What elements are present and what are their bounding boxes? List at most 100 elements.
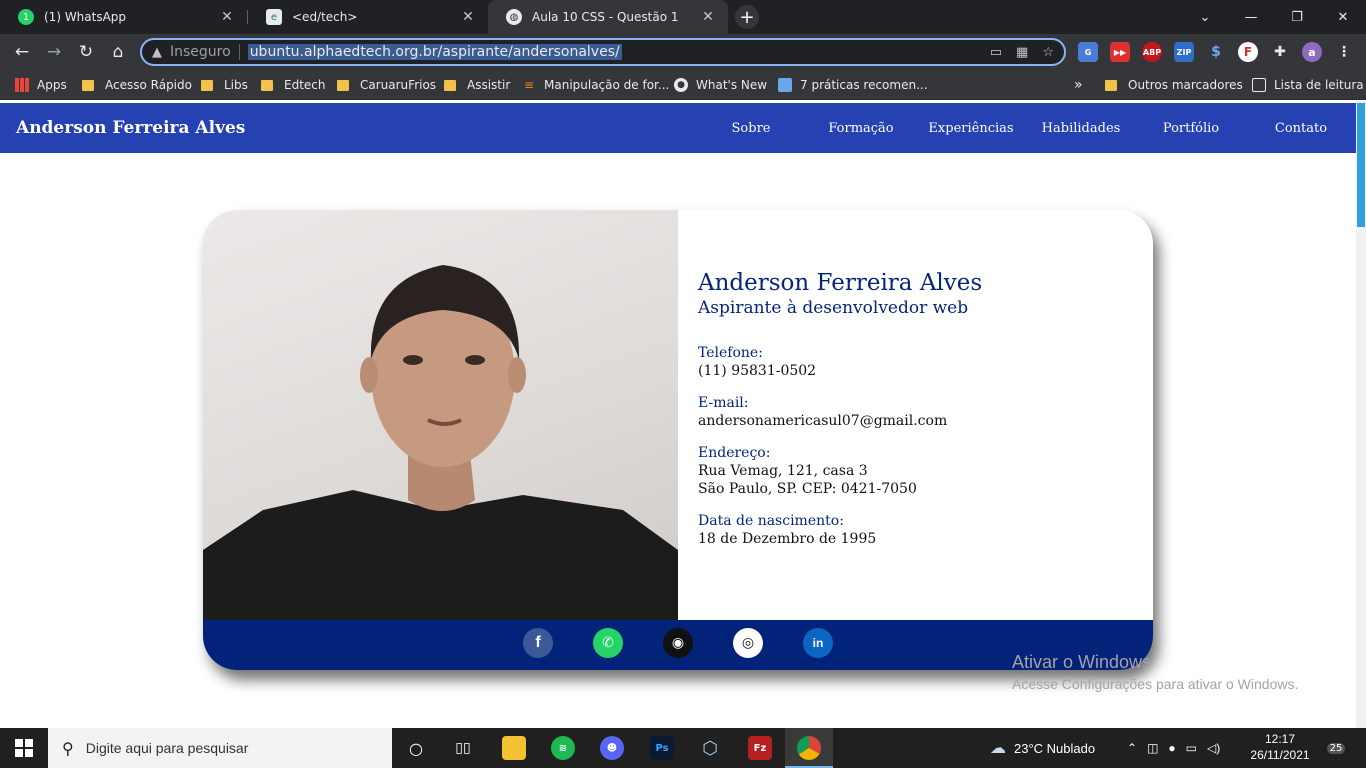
extensions-puzzle-icon[interactable]: ✚ [1270,42,1290,62]
cube-icon [778,78,792,92]
url-text[interactable]: ubuntu.alphaedtech.org.br/aspirante/ande… [247,44,622,60]
extension-s-icon[interactable]: $ [1206,42,1226,62]
birth-block: Data de nascimento: 18 de Dezembro de 19… [698,512,982,548]
start-button[interactable] [0,728,48,768]
task-view-icon[interactable]: ▯▯ [451,736,475,760]
whatsapp-icon[interactable]: ✆ [593,628,623,658]
tab-whatsapp[interactable]: 1 (1) WhatsApp ✕ [0,0,247,34]
windows-activation-watermark: Ativar o Windows Acesse Configurações pa… [1012,652,1298,692]
volume-icon[interactable]: ◁) [1207,741,1220,755]
facebook-icon[interactable]: f [523,628,553,658]
scrollbar-thumb[interactable] [1357,103,1365,227]
discord-icon[interactable]: ☻ [600,736,624,760]
bookmark-label: Libs [224,78,248,92]
nav-habilidades[interactable]: Habilidades [1026,103,1136,153]
microphone-icon[interactable]: ● [1168,741,1175,755]
video-speed-icon[interactable]: ▶▶ [1110,42,1130,62]
phone-label: Telefone: [698,345,763,361]
bookmark-folder[interactable]: Assistir [444,70,510,100]
home-button[interactable]: ⌂ [106,40,130,64]
tab-search-icon[interactable]: ⌄ [1182,0,1228,34]
address-line-2: São Paulo, SP. CEP: 0421-7050 [698,481,917,497]
restore-button[interactable]: ❐ [1274,0,1320,34]
page-scrollbar[interactable] [1356,101,1366,728]
network-monitor-icon[interactable]: ◫ [1147,741,1158,755]
weather-widget[interactable]: ☁ 23°C Nublado [990,728,1095,768]
profile-avatar[interactable]: a [1302,42,1322,62]
back-button[interactable]: ← [10,40,34,64]
security-label[interactable]: Inseguro [170,44,231,60]
reload-button[interactable]: ↻ [74,40,98,64]
bookmark-outros[interactable]: Outros marcadores [1105,70,1243,100]
bookmark-apps[interactable]: Apps [15,70,67,100]
tab-title: (1) WhatsApp [44,10,127,24]
folder-icon [201,79,213,91]
virtualbox-icon[interactable]: ⬡ [698,736,722,760]
clock[interactable]: 12:17 26/11/2021 [1250,731,1310,763]
file-explorer-icon[interactable] [502,736,526,760]
address-bar[interactable]: ▲ Inseguro ubuntu.alphaedtech.org.br/asp… [140,38,1066,66]
notification-center-icon[interactable]: 25 [1322,736,1350,760]
bookmark-praticas[interactable]: 7 práticas recomen... [778,70,928,100]
nav-experiencias[interactable]: Experiências [916,103,1026,153]
person-illustration [203,265,678,620]
close-window-button[interactable]: ✕ [1320,0,1366,34]
bookmark-folder[interactable]: Acesso Rápido [82,70,192,100]
qr-code-icon[interactable]: ▦ [1016,45,1028,60]
bookmark-label: Edtech [284,78,326,92]
browser-toolbar: ← → ↻ ⌂ ▲ Inseguro ubuntu.alphaedtech.or… [0,34,1366,70]
watermark-subtitle: Acesse Configurações para ativar o Windo… [1012,676,1299,692]
f-extension-icon[interactable]: F [1238,42,1258,62]
chrome-taskbar-button[interactable] [785,728,833,768]
tab-aula-css[interactable]: ◍ Aula 10 CSS - Questão 1 ✕ [488,0,728,34]
bookmark-star-icon[interactable]: ☆ [1042,45,1054,60]
zip-extension-icon[interactable]: ZIP [1174,42,1194,62]
nav-sobre[interactable]: Sobre [696,103,806,153]
bookmark-folder[interactable]: Edtech [261,70,326,100]
close-tab-icon[interactable]: ✕ [698,9,718,25]
birth-label: Data de nascimento: [698,513,844,529]
profile-card: Anderson Ferreira Alves Aspirante à dese… [203,210,1153,670]
spotify-icon[interactable]: ≋ [551,736,575,760]
bookmark-whats-new[interactable]: ● What's New [674,70,767,100]
folder-icon [1105,79,1117,91]
tray-chevron-icon[interactable]: ⌃ [1127,741,1137,755]
taskbar-search[interactable]: ⚲ Digite aqui para pesquisar [48,728,392,768]
adblock-plus-icon[interactable]: ABP [1142,42,1162,62]
google-translate-icon[interactable]: G [1078,42,1098,62]
instagram-icon[interactable]: ◎ [733,628,763,658]
bookmarks-overflow-button[interactable]: » [1074,70,1083,100]
cortana-icon[interactable]: ○ [404,736,428,760]
tab-title: <ed/tech> [292,10,358,24]
close-tab-icon[interactable]: ✕ [458,9,478,25]
nav-portfolio[interactable]: Portfólio [1136,103,1246,153]
tab-edtech[interactable]: e <ed/tech> ✕ [248,0,488,34]
site-brand[interactable]: Anderson Ferreira Alves [16,118,245,138]
linkedin-icon[interactable]: in [803,628,833,658]
address-label: Endereço: [698,445,771,461]
close-tab-icon[interactable]: ✕ [217,9,237,25]
warning-icon[interactable]: ▲ [152,45,162,60]
github-icon[interactable]: ◉ [663,628,693,658]
tab-title: Aula 10 CSS - Questão 1 [532,10,679,24]
new-tab-button[interactable]: + [735,5,759,29]
network-icon[interactable]: ▭ [1186,741,1197,755]
nav-formacao[interactable]: Formação [806,103,916,153]
menu-kebab-icon[interactable]: ⋮ [1334,42,1354,62]
cast-icon[interactable]: ▭ [990,45,1002,60]
bookmark-folder[interactable]: CaruaruFrios [337,70,436,100]
minimize-button[interactable]: — [1228,0,1274,34]
forward-button[interactable]: → [42,40,66,64]
globe-icon: ◍ [506,9,522,25]
nav-contato[interactable]: Contato [1246,103,1356,153]
whatsapp-icon: 1 [18,9,34,25]
bookmark-stackoverflow[interactable]: ≡ Manipulação de for... [522,70,669,100]
clock-date: 26/11/2021 [1250,748,1310,762]
photoshop-icon[interactable]: Ps [650,736,674,760]
reading-list-icon [1252,78,1266,92]
filezilla-icon[interactable]: Fz [748,736,772,760]
profile-role: Aspirante à desenvolvedor web [698,298,969,318]
bookmark-label: CaruaruFrios [360,78,437,92]
bookmark-folder[interactable]: Libs [201,70,248,100]
reading-list-button[interactable]: Lista de leitura [1252,70,1364,100]
